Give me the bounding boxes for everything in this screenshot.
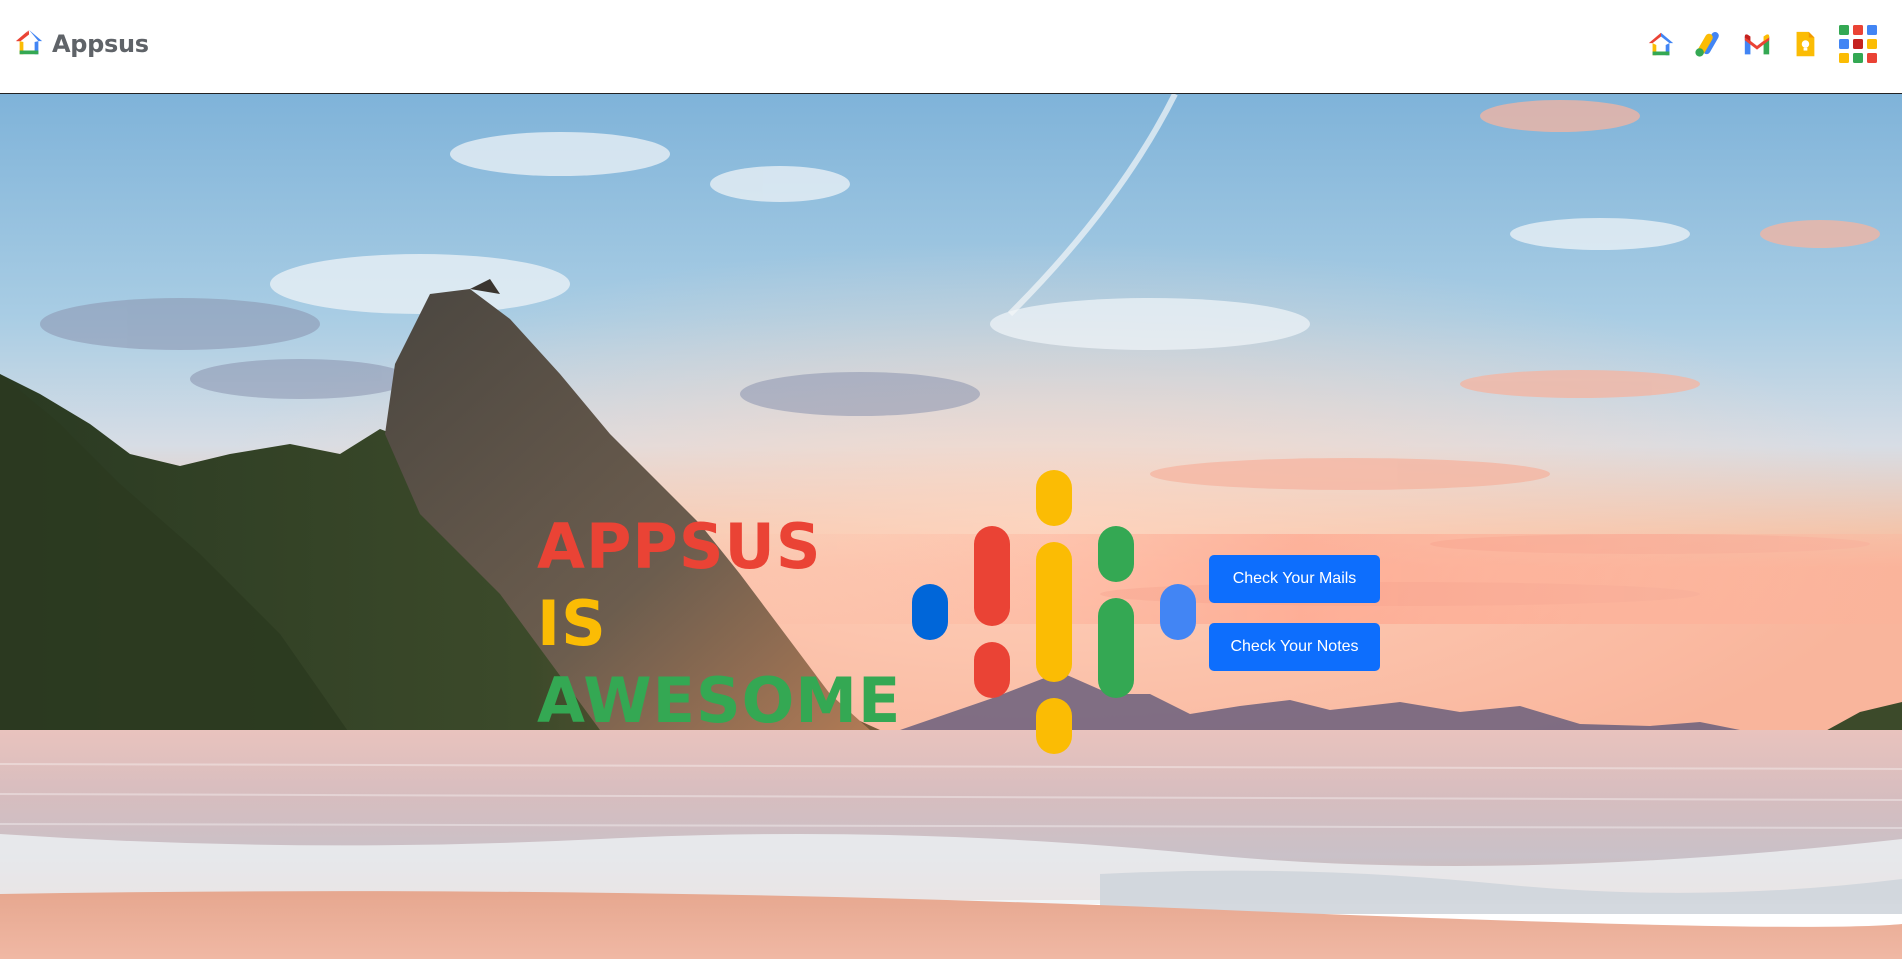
check-mails-button[interactable]: Check Your Mails <box>1209 555 1380 603</box>
nav-gmail-icon[interactable] <box>1740 27 1774 61</box>
check-notes-button[interactable]: Check Your Notes <box>1209 623 1380 671</box>
app-header: Appsus <box>0 0 1902 94</box>
tagline-line-2: IS <box>537 587 607 660</box>
home-logo-icon <box>14 27 44 61</box>
hero-section: APPSUS IS AWESOME Check Your Mails Check… <box>0 94 1902 959</box>
tagline-line-1: APPSUS <box>537 510 822 583</box>
nav-google-ads-icon[interactable] <box>1692 27 1726 61</box>
brand-logo-link[interactable]: Appsus <box>14 27 149 61</box>
nav-apps-grid-icon[interactable] <box>1836 22 1880 66</box>
tagline-line-3: AWESOME <box>537 664 902 737</box>
google-podcasts-icon <box>912 470 1196 754</box>
nav-home-icon[interactable] <box>1644 27 1678 61</box>
hero-tagline: APPSUS IS AWESOME <box>537 508 901 739</box>
app-nav <box>1630 22 1880 66</box>
brand-name: Appsus <box>52 30 149 58</box>
nav-keep-icon[interactable] <box>1788 27 1822 61</box>
